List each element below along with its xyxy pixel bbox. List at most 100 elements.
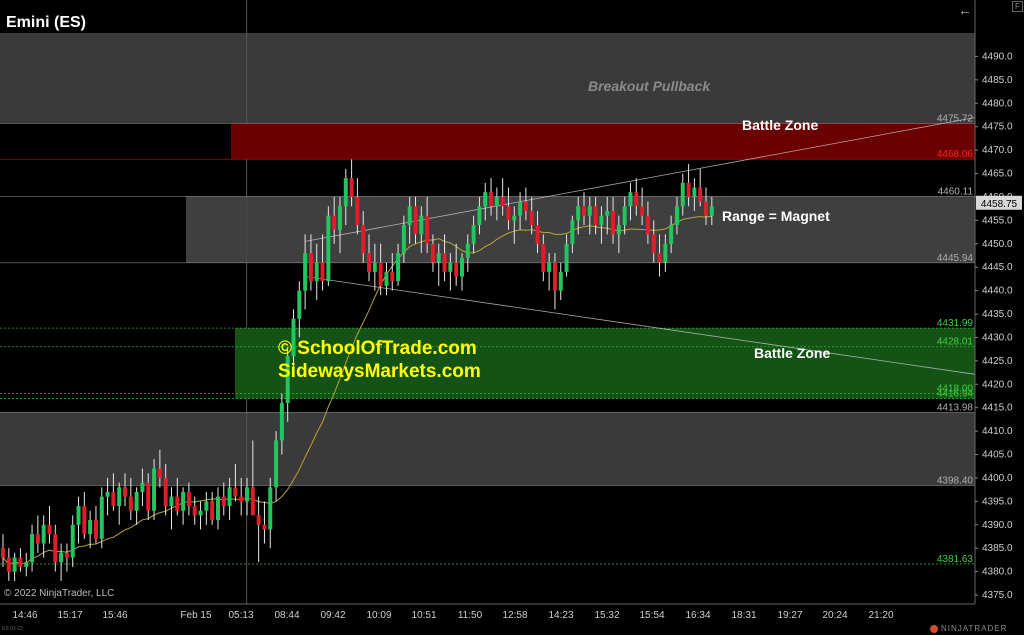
candle-body [680, 182, 685, 207]
y-tick-label: 4420.0 [982, 379, 1013, 390]
copyright: © 2022 NinjaTrader, LLC [4, 588, 115, 599]
x-tick-label: 11:50 [458, 610, 483, 621]
x-tick-label: 18:31 [731, 610, 756, 621]
range-label: Range = Magnet [722, 208, 830, 224]
candle-body [448, 262, 453, 272]
x-tick-label: 14:46 [12, 610, 37, 621]
price-level-label: 4431.99 [937, 318, 974, 329]
candle-body [175, 496, 180, 511]
y-tick-label: 4375.0 [982, 590, 1013, 601]
candle-body [24, 562, 29, 567]
candle-body [1, 548, 5, 558]
candle-body [262, 524, 267, 530]
candle-body [308, 253, 313, 282]
price-level-label: 4381.63 [937, 554, 974, 565]
candle-body [53, 534, 58, 563]
pattern-label: Breakout Pullback [588, 78, 711, 94]
candle-body [163, 477, 168, 507]
watermark-line-2: SidewaysMarkets.com [278, 361, 481, 382]
candle-body [459, 257, 464, 277]
x-tick-label: 09:42 [320, 610, 345, 621]
y-tick-label: 4440.0 [982, 286, 1013, 297]
y-tick-label: 4470.0 [982, 145, 1013, 156]
price-level-label: 4413.98 [937, 402, 974, 413]
candle-body [117, 487, 122, 507]
candle-body [337, 206, 342, 230]
candle-body [454, 262, 459, 277]
y-tick-label: 4480.0 [982, 98, 1013, 109]
candle-body [111, 491, 116, 507]
y-tick-label: 4390.0 [982, 520, 1013, 531]
candle-body [30, 534, 35, 563]
candle-body [587, 206, 592, 216]
candle-body [709, 206, 714, 216]
upper-battle-zone [231, 123, 975, 160]
candle-body [332, 215, 337, 230]
y-tick-label: 4395.0 [982, 496, 1013, 507]
x-tick-label: 14:23 [548, 610, 573, 621]
candle-body [477, 206, 482, 226]
candle-body [326, 215, 331, 282]
candle-body [564, 243, 569, 272]
candle-body [622, 206, 627, 226]
x-tick-label: 15:32 [594, 610, 619, 621]
candle-body [279, 402, 284, 441]
candle-body [198, 510, 203, 516]
candle-body [204, 501, 209, 511]
x-tick-label: 15:46 [102, 610, 127, 621]
candle-body [512, 215, 517, 221]
candle-body [593, 206, 598, 226]
brand-text: NINJATRADER [941, 624, 1008, 633]
x-tick-label: 15:17 [57, 610, 82, 621]
instrument-title: Emini (ES) [6, 14, 87, 31]
candle-body [640, 206, 645, 216]
candle-body [6, 557, 11, 572]
watermark-line-1: © SchoolOfTrade.com [278, 338, 477, 359]
candle-body [64, 552, 69, 558]
y-tick-label: 4490.0 [982, 51, 1013, 62]
price-chart[interactable]: 4475.724468.064460.114445.944431.994428.… [0, 0, 1024, 635]
candle-body [320, 262, 325, 282]
y-tick-label: 4405.0 [982, 450, 1013, 461]
candle-body [674, 206, 679, 226]
shaded-band [0, 412, 975, 486]
x-tick-label: 10:09 [366, 610, 391, 621]
y-tick-label: 4415.0 [982, 403, 1013, 414]
candle-body [233, 487, 238, 497]
candle-body [413, 206, 418, 235]
candle-body [169, 496, 174, 507]
candle-body [152, 468, 157, 511]
candle-body [541, 243, 546, 272]
y-tick-label: 4410.0 [982, 426, 1013, 437]
x-tick-label: 16:34 [685, 610, 710, 621]
candle-body [140, 482, 145, 492]
x-tick-label: 12:58 [502, 610, 527, 621]
x-tick-label: 19:27 [777, 610, 802, 621]
x-tick-label: 08:44 [274, 610, 299, 621]
candle-body [88, 520, 93, 535]
candle-body [268, 487, 273, 530]
candle-body [18, 557, 23, 567]
candle-body [157, 468, 162, 478]
candle-body [401, 225, 406, 254]
candle-body [465, 243, 470, 258]
candle-body [256, 515, 261, 525]
candle-body [616, 225, 621, 235]
candle-body [343, 178, 348, 207]
candle-body [599, 215, 604, 226]
candle-body [570, 220, 575, 244]
candle-body [35, 534, 40, 544]
lower-battle-zone-label: Battle Zone [754, 345, 831, 361]
candle-body [210, 501, 215, 521]
candle-body [186, 491, 191, 507]
y-tick-label: 4455.0 [982, 215, 1013, 226]
candle-body [634, 192, 639, 207]
candle-body [419, 215, 424, 235]
back-arrow-icon[interactable]: ← [958, 2, 972, 18]
candle-body [628, 192, 633, 207]
candle-body [471, 225, 476, 244]
candle-body [506, 206, 511, 221]
candle-body [576, 206, 581, 221]
panel-badge[interactable]: F [1012, 1, 1023, 12]
price-level-label: 4460.11 [938, 186, 974, 197]
